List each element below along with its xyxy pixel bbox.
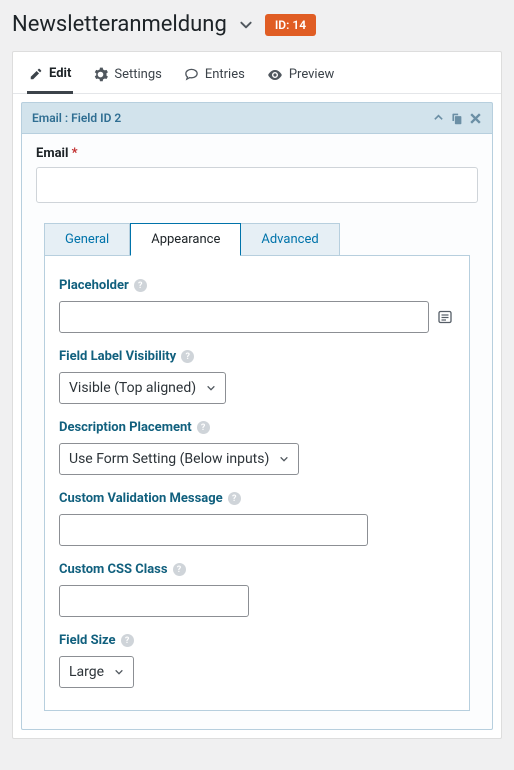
label-visibility-label: Field Label Visibility ? [59, 349, 455, 364]
duplicate-icon[interactable] [450, 112, 463, 125]
subtab-advanced[interactable]: Advanced [241, 223, 339, 255]
form-id-badge: ID: 14 [265, 14, 316, 36]
eye-icon [267, 67, 283, 83]
close-icon[interactable] [469, 112, 482, 125]
css-class-label: Custom CSS Class ? [59, 562, 455, 577]
placeholder-label: Placeholder ? [59, 278, 455, 293]
help-icon[interactable]: ? [173, 563, 186, 576]
form-switcher-chevron-icon[interactable] [239, 18, 253, 32]
tab-entries[interactable]: Entries [182, 60, 247, 93]
tab-label: Edit [49, 66, 71, 81]
tab-settings[interactable]: Settings [91, 60, 163, 93]
label-visibility-select[interactable]: Visible (Top aligned) [59, 372, 226, 404]
page-title: Newsletteranmeldung [12, 12, 227, 37]
subtab-general[interactable]: General [44, 223, 130, 255]
required-marker: * [72, 146, 78, 161]
chevron-down-icon [206, 383, 216, 393]
desc-placement-label: Description Placement ? [59, 420, 455, 435]
collapse-icon[interactable] [433, 112, 444, 125]
field-size-label: Field Size ? [59, 633, 455, 648]
gear-icon [93, 67, 108, 82]
subtab-appearance[interactable]: Appearance [130, 223, 241, 256]
pencil-icon [29, 67, 43, 81]
help-icon[interactable]: ? [121, 634, 134, 647]
chat-icon [184, 67, 199, 82]
validation-msg-input[interactable] [59, 514, 368, 546]
tab-preview[interactable]: Preview [265, 60, 336, 93]
field-header[interactable]: Email : Field ID 2 [21, 102, 493, 133]
tab-label: Entries [205, 67, 245, 82]
tab-edit[interactable]: Edit [27, 60, 73, 94]
tab-label: Settings [114, 67, 161, 82]
appearance-settings-panel: Placeholder ? Field Label Visibility ? V… [44, 255, 470, 711]
main-tab-bar: Edit Settings Entries Preview [13, 52, 501, 94]
placeholder-input[interactable] [59, 301, 429, 333]
desc-placement-select[interactable]: Use Form Setting (Below inputs) [59, 443, 299, 475]
field-size-select[interactable]: Large [59, 656, 134, 688]
chevron-down-icon [114, 667, 124, 677]
tab-label: Preview [289, 67, 334, 82]
field-label: Email * [36, 146, 478, 161]
merge-tag-icon[interactable] [435, 306, 455, 328]
help-icon[interactable]: ? [228, 492, 241, 505]
validation-msg-label: Custom Validation Message ? [59, 491, 455, 506]
field-header-title: Email : Field ID 2 [32, 111, 121, 125]
email-preview-input[interactable] [36, 167, 478, 203]
help-icon[interactable]: ? [197, 421, 210, 434]
help-icon[interactable]: ? [181, 350, 194, 363]
help-icon[interactable]: ? [134, 279, 147, 292]
chevron-down-icon [279, 454, 289, 464]
css-class-input[interactable] [59, 585, 249, 617]
